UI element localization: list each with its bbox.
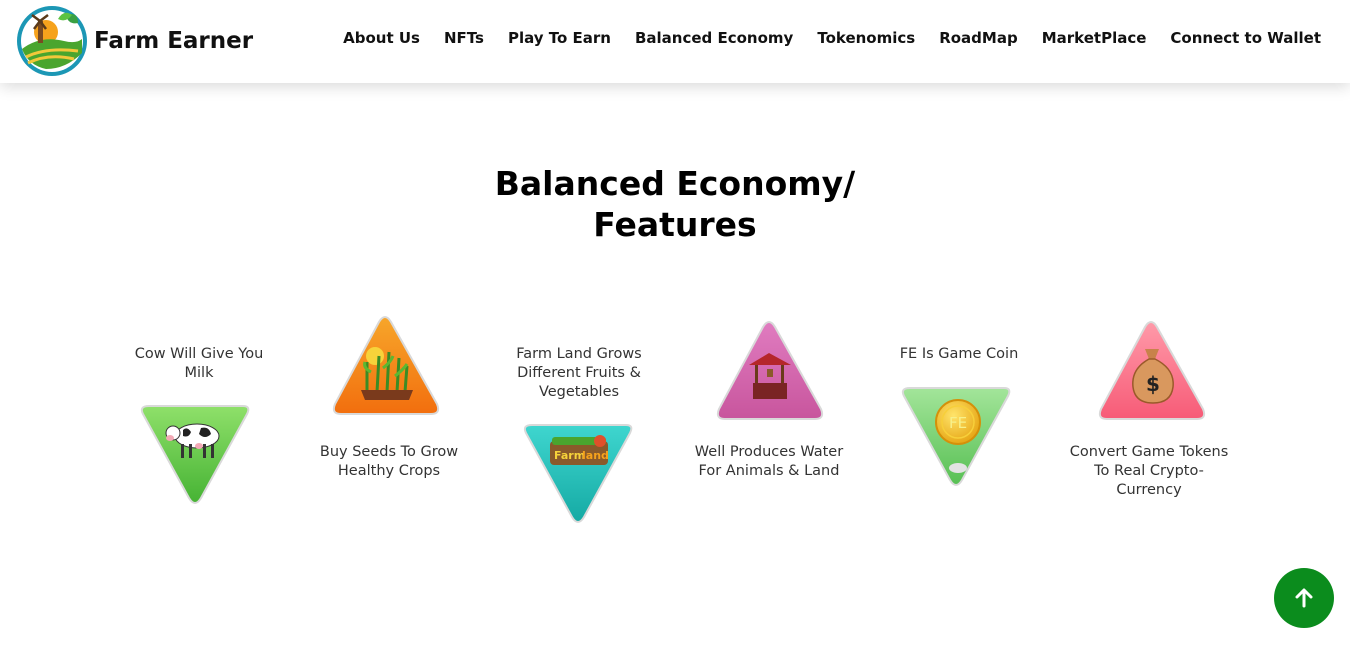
feature-farmland-text: Farm Land Grows Different Fruits & Veget… [494, 345, 664, 402]
feature-text-line: Different Fruits & [517, 365, 641, 381]
section-title-line1: Balanced Economy/ [494, 164, 856, 203]
feature-well-text: Well Produces Water For Animals & Land [684, 443, 854, 481]
svg-text:$: $ [1146, 372, 1160, 396]
nav-tokenomics[interactable]: Tokenomics [817, 29, 915, 47]
connect-wallet-link[interactable]: Connect to Wallet [1170, 29, 1321, 47]
nav-play-to-earn[interactable]: Play To Earn [508, 29, 611, 47]
scroll-top-button[interactable] [1274, 568, 1334, 628]
main-nav: About Us NFTs Play To Earn Balanced Econ… [319, 29, 1321, 47]
nav-roadmap[interactable]: RoadMap [939, 29, 1018, 47]
nav-balanced-economy[interactable]: Balanced Economy [635, 29, 793, 47]
coin-label: FE [949, 414, 967, 432]
navbar: Farm Earner About Us NFTs Play To Earn B… [0, 0, 1350, 83]
feature-text-line: Vegetables [538, 384, 620, 400]
feature-cow-triangle [140, 405, 250, 504]
feature-text-line: Currency [1116, 482, 1182, 498]
feature-coin-triangle: FE [901, 387, 1011, 486]
nav-about-us[interactable]: About Us [343, 29, 420, 47]
arrow-up-icon [1295, 588, 1313, 608]
farm-logo-icon [17, 6, 87, 76]
feature-farmland-triangle: Farm land [523, 424, 633, 523]
feature-convert-text: Convert Game Tokens To Real Crypto- Curr… [1064, 443, 1234, 500]
brand-name: Farm Earner [94, 28, 254, 54]
farmland-icon: Farm land [550, 435, 609, 465]
feature-moneybag-triangle: $ [1098, 321, 1206, 420]
feature-text-line: Cow Will Give You [134, 346, 264, 362]
section-title-line2: Features [593, 205, 757, 244]
svg-text:Farm: Farm [554, 449, 585, 462]
nav-nfts[interactable]: NFTs [444, 29, 484, 47]
feature-text-line: For Animals & Land [698, 463, 840, 479]
feature-text-line: FE Is Game Coin [899, 346, 1019, 362]
svg-text:land: land [582, 449, 609, 462]
feature-coin-text: FE Is Game Coin [874, 345, 1044, 364]
feature-text-line: Farm Land Grows [516, 346, 642, 362]
feature-text-line: Convert Game Tokens [1069, 444, 1229, 460]
feature-text-line: Healthy Crops [337, 463, 441, 479]
brand[interactable]: Farm Earner [16, 5, 253, 77]
feature-text-line: Well Produces Water [694, 444, 844, 460]
nav-marketplace[interactable]: MarketPlace [1042, 29, 1147, 47]
feature-crops-triangle [332, 316, 440, 415]
feature-text-line: Buy Seeds To Grow [319, 444, 459, 460]
feature-cow-text: Cow Will Give You Milk [114, 345, 284, 383]
feature-text-line: Milk [184, 365, 214, 381]
section-title: Balanced Economy/ Features [0, 163, 1350, 245]
feature-well-triangle [716, 321, 824, 420]
feature-seeds-text: Buy Seeds To Grow Healthy Crops [304, 443, 474, 481]
feature-text-line: To Real Crypto- [1094, 463, 1204, 479]
